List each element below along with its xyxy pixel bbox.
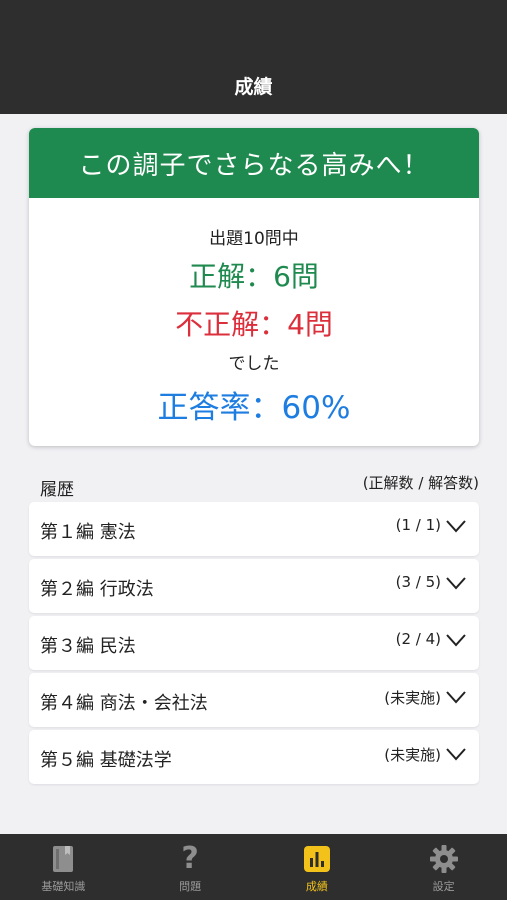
correct-rate-text: 正答率：60%	[157, 390, 351, 426]
history-item-shoho[interactable]: 第４編 商法・会社法 (未実施)	[29, 673, 479, 727]
nav-header: 成績	[0, 0, 507, 114]
chevron-down-icon[interactable]	[445, 575, 467, 591]
history-item-label: 第１編 憲法	[40, 522, 136, 543]
result-card: この調子でさらなる高みへ！ 出題10問中 正解：6問 不正解：4問 でした 正答…	[29, 128, 479, 446]
history-item-score: (2 / 4)	[395, 630, 441, 648]
history-item-label: 第２編 行政法	[40, 579, 154, 600]
tab-settings[interactable]: 設定	[380, 834, 507, 900]
history-item-score: (1 / 1)	[395, 516, 441, 534]
history-item-label: 第４編 商法・会社法	[40, 693, 208, 714]
history-item-kiso-hogaku[interactable]: 第５編 基礎法学 (未実施)	[29, 730, 479, 784]
tab-bar: 基礎知識 ? 問題 成績 設定	[0, 834, 507, 900]
question-count-text: 出題10問中	[209, 229, 299, 249]
bar-chart-icon	[302, 844, 332, 874]
tab-label: 成績	[305, 880, 328, 893]
chevron-down-icon[interactable]	[445, 746, 467, 762]
tab-label: 問題	[179, 880, 202, 893]
chevron-down-icon[interactable]	[445, 689, 467, 705]
history-item-score: (3 / 5)	[395, 573, 441, 591]
page-title: 成績	[234, 76, 273, 98]
tab-label: 設定	[432, 880, 455, 893]
history-list: 第１編 憲法 (1 / 1) 第２編 行政法 (3 / 5) 第３編 民法 (2…	[29, 502, 479, 787]
tab-results[interactable]: 成績	[254, 834, 381, 900]
book-icon	[48, 844, 78, 874]
history-item-minpo[interactable]: 第３編 民法 (2 / 4)	[29, 616, 479, 670]
gear-icon	[429, 844, 459, 874]
history-item-label: 第３編 民法	[40, 636, 136, 657]
deshita-text: でした	[228, 354, 280, 374]
result-summary: 出題10問中 正解：6問 不正解：4問 でした 正答率：60%	[29, 224, 479, 427]
chevron-down-icon[interactable]	[445, 632, 467, 648]
correct-count-text: 正解：6問	[189, 260, 319, 293]
history-item-score: (未実施)	[384, 746, 441, 764]
history-item-score: (未実施)	[384, 689, 441, 707]
question-icon: ?	[181, 841, 199, 876]
tab-basic-knowledge[interactable]: 基礎知識	[0, 834, 127, 900]
tab-label: 基礎知識	[41, 880, 86, 893]
chevron-down-icon[interactable]	[445, 518, 467, 534]
history-heading: 履歴	[40, 480, 74, 500]
tab-questions[interactable]: ? 問題	[127, 834, 254, 900]
incorrect-count-text: 不正解：4問	[175, 308, 333, 341]
history-item-gyoseiho[interactable]: 第２編 行政法 (3 / 5)	[29, 559, 479, 613]
history-score-legend: (正解数 / 解答数)	[362, 474, 479, 492]
result-banner: この調子でさらなる高みへ！	[29, 128, 479, 198]
history-item-label: 第５編 基礎法学	[40, 750, 172, 771]
history-item-kenpo[interactable]: 第１編 憲法 (1 / 1)	[29, 502, 479, 556]
